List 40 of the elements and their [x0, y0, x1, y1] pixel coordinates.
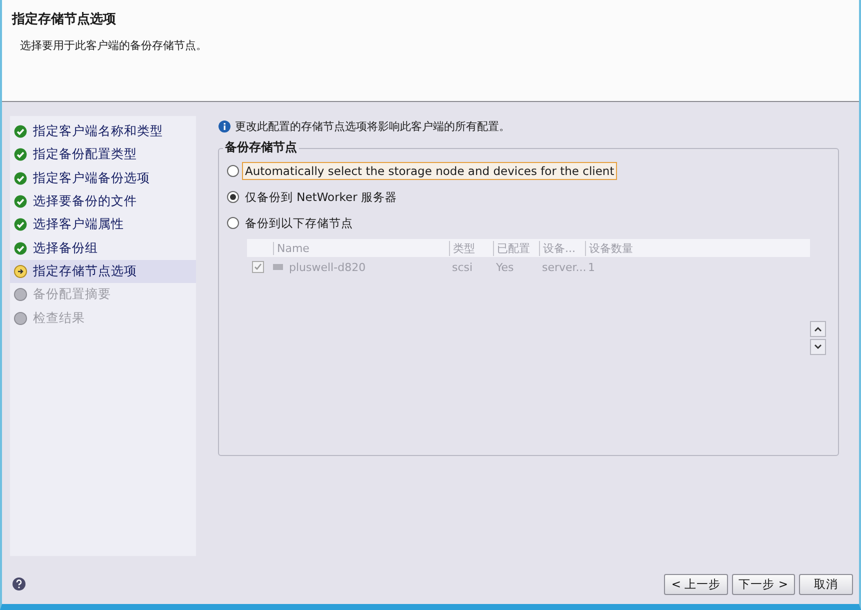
step-item[interactable]: 选择要备份的文件	[10, 190, 196, 214]
scroll-down-button[interactable]	[810, 339, 826, 355]
radio-label[interactable]: Automatically select the storage node and devices for the client	[242, 162, 618, 180]
radio-button[interactable]	[227, 217, 239, 229]
table-cell: pluswell-d820	[289, 260, 366, 274]
step-item[interactable]: 选择备份组	[10, 236, 196, 260]
table-cell-text: 1	[587, 260, 596, 274]
check-icon	[14, 148, 27, 162]
circle-icon	[14, 288, 27, 302]
scroll-up-button[interactable]	[810, 321, 826, 337]
step-item[interactable]: 指定备份配置类型	[10, 143, 196, 167]
circle-icon	[14, 312, 27, 325]
check-icon	[14, 218, 27, 232]
wizard-button[interactable]: 取消	[799, 574, 853, 594]
radio-label[interactable]: 仅备份到 NetWorker 服务器	[242, 188, 400, 206]
chevron-down-icon	[814, 344, 822, 350]
page-title: 指定存储节点选项	[12, 10, 117, 28]
table-cell-text: scsi	[451, 260, 474, 274]
radio-button[interactable]	[227, 165, 239, 177]
check-icon	[14, 195, 27, 208]
step-item[interactable]: 指定客户端名称和类型	[10, 120, 196, 144]
chevron-up-icon	[814, 326, 822, 332]
table-cell-text: Yes	[495, 260, 515, 274]
group-title: 备份存储节点	[223, 139, 299, 156]
server-icon	[273, 263, 283, 271]
check-icon	[14, 242, 27, 255]
check-icon	[14, 172, 27, 185]
info-text: 更改此配置的存储节点选项将影响此客户端的所有配置。	[235, 118, 510, 134]
wizard-button[interactable]: 下一步 >	[732, 574, 795, 594]
radio-button[interactable]	[227, 191, 239, 203]
check-icon	[14, 125, 27, 138]
step-item[interactable]: 选择客户端属性	[10, 213, 196, 236]
step-item[interactable]: 指定存储节点选项	[10, 260, 196, 284]
step-item[interactable]: 指定客户端备份选项	[10, 166, 196, 190]
wizard-button[interactable]: < 上一步	[664, 574, 728, 594]
help-icon[interactable]	[12, 577, 26, 591]
radio-label[interactable]: 备份到以下存储节点	[242, 214, 356, 232]
page-subtitle: 选择要用于此客户端的备份存储节点。	[20, 38, 208, 53]
info-icon	[218, 120, 231, 132]
table-cell-text: server...	[541, 260, 585, 274]
